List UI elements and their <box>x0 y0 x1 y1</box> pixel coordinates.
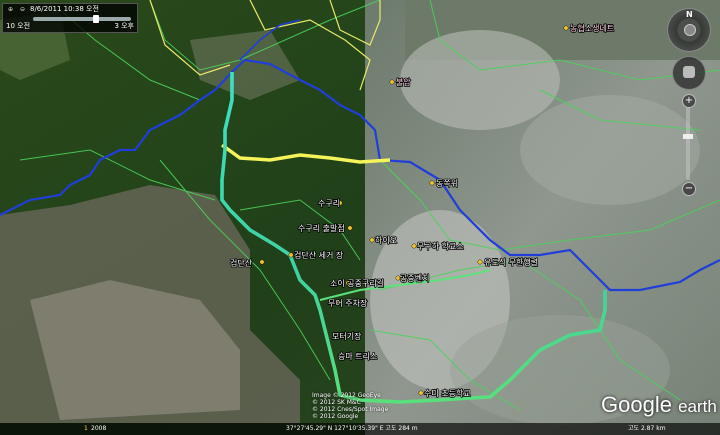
map-label[interactable]: 검단산 세거 장 <box>293 249 344 261</box>
copyright-notice: Image © 2012 GeoEye © 2012 SK M&C © 2012… <box>312 392 422 420</box>
copyright-line: © 2012 SK M&C <box>312 399 361 406</box>
map-label[interactable]: 수미 초등학교 <box>423 387 471 399</box>
zoom-time-in-icon[interactable]: ⊕ <box>6 6 15 13</box>
zoom-in-button[interactable]: + <box>682 94 696 108</box>
map-label[interactable]: 농협소생네트 <box>569 22 615 34</box>
map-label[interactable]: 소이 공중 <box>329 277 363 289</box>
copyright-line: Image © 2012 GeoEye <box>312 392 381 399</box>
satellite-map[interactable]: 농협소생네트 불암 동쪽위 수구리 수구리 출발점 하이오 무구하 학교스 검단… <box>0 0 720 435</box>
logo-earth: earth <box>678 397 717 416</box>
map-label[interactable]: 동쪽위 <box>435 178 459 189</box>
map-label[interactable]: 검단산 <box>229 257 253 269</box>
map-label[interactable]: 하이오 <box>374 234 398 246</box>
zoom-slider[interactable]: + − <box>682 94 696 196</box>
hand-icon <box>683 66 695 78</box>
eye-altitude: 고도 2.87 km <box>628 425 666 432</box>
time-slider-widget: ⊕ ⊖ 8/6/2011 10:38 오전 10 오전 3 오후 <box>2 3 138 33</box>
tour-indicator: 1 <box>84 425 88 432</box>
map-label[interactable]: 불암 <box>395 76 412 88</box>
copyright-line: © 2012 Google <box>312 413 359 420</box>
time-start-label: 10 오전 <box>6 22 31 30</box>
map-label[interactable]: 수구리 <box>317 198 341 209</box>
map-label[interactable]: 무어 주차장 <box>327 297 369 309</box>
zoom-track[interactable] <box>686 108 690 180</box>
map-label[interactable]: 모터기장 <box>331 330 363 342</box>
look-joystick-icon[interactable] <box>684 24 696 36</box>
zoom-thumb[interactable] <box>683 134 693 139</box>
cloud-patch <box>400 30 560 130</box>
imagery-year: 2008 <box>91 425 107 432</box>
google-earth-view[interactable]: 농협소생네트 불암 동쪽위 수구리 수구리 출발점 하이오 무구하 학교스 검단… <box>0 0 720 435</box>
map-label[interactable]: 승마 트리스 <box>337 351 378 362</box>
map-label[interactable]: 수구리 출발점 <box>297 222 345 234</box>
navigation-controls: N + − <box>664 8 714 208</box>
google-earth-logo: Google earth <box>601 392 717 418</box>
north-icon: N <box>686 10 693 19</box>
map-label[interactable]: 공중벤치 <box>399 272 430 284</box>
status-bar: 1 2008 37°27'45.29" N 127°10'35.39" E 고도… <box>0 423 720 435</box>
time-end-label: 3 오후 <box>114 22 134 30</box>
time-date: 8/6/2011 10:38 오전 <box>30 5 99 13</box>
pointer-coordinates: 37°27'45.29" N 127°10'35.39" E 고도 284 m <box>286 425 418 432</box>
move-joystick[interactable] <box>672 56 706 90</box>
map-label[interactable]: 유도식 무한행렬 <box>483 256 539 268</box>
map-label[interactable]: 무구하 학교스 <box>416 240 464 252</box>
zoom-out-button[interactable]: − <box>682 182 696 196</box>
compass-ring[interactable]: N <box>667 8 711 52</box>
copyright-line: © 2012 Cnes/Spot Image <box>312 406 389 413</box>
zoom-time-out-icon[interactable]: ⊖ <box>18 6 27 13</box>
map-label[interactable]: 구리길 <box>361 278 385 289</box>
logo-google: Google <box>601 392 672 417</box>
